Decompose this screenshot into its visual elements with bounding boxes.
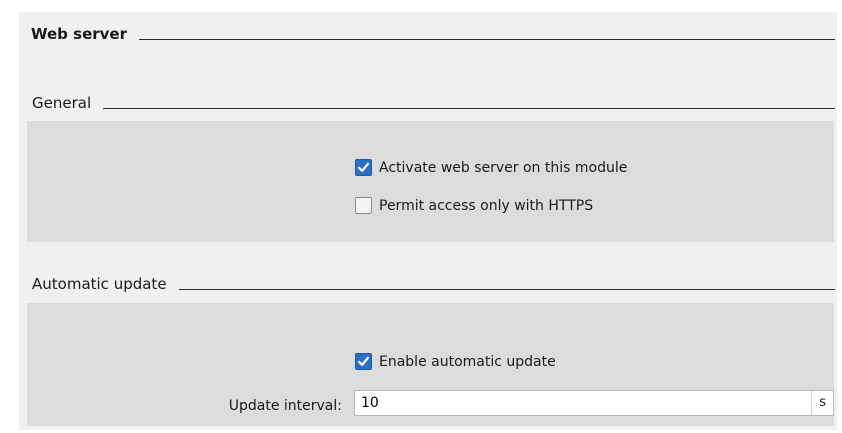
automatic-update-header: Automatic update [19,277,835,292]
automatic-update-title: Automatic update [32,275,167,293]
update-interval-field[interactable]: s [354,390,834,416]
activate-web-server-checkbox[interactable] [355,159,372,176]
checkmark-icon [357,356,370,366]
update-interval-input[interactable] [355,391,812,415]
general-title: General [32,94,92,112]
general-divider [103,108,835,109]
automatic-update-divider [178,289,835,290]
enable-update-label: Enable automatic update [379,353,556,370]
header-divider [139,39,835,40]
enable-update-checkbox[interactable] [355,353,372,370]
update-interval-unit: s [811,391,833,415]
checkmark-icon [357,162,370,172]
update-interval-label: Update interval: [228,398,342,414]
web-server-panel: Web server General Activate web server o… [19,12,837,430]
https-only-label: Permit access only with HTTPS [379,197,594,214]
web-server-title: Web server [31,25,127,43]
enable-update-checkbox-row[interactable]: Enable automatic update [355,353,556,370]
general-header: General [19,96,835,111]
general-group: Activate web server on this module Permi… [27,121,834,242]
activate-web-server-label: Activate web server on this module [379,159,628,176]
web-server-header: Web server [19,27,835,42]
https-only-checkbox[interactable] [355,197,372,214]
automatic-update-group: Enable automatic update Update interval:… [27,303,834,426]
activate-web-server-checkbox-row[interactable]: Activate web server on this module [355,159,627,176]
https-only-checkbox-row[interactable]: Permit access only with HTTPS [355,197,593,214]
